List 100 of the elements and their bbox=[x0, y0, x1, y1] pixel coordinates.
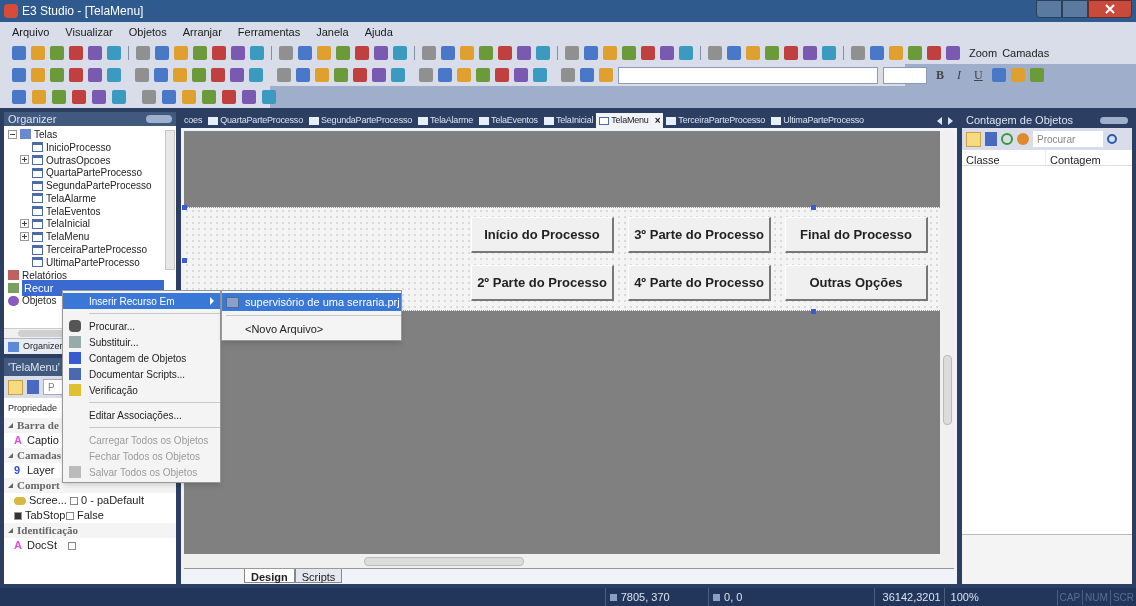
tool-icon[interactable] bbox=[457, 68, 471, 82]
tree-item[interactable]: TelaInicial bbox=[46, 216, 90, 232]
selection-handle[interactable] bbox=[811, 205, 816, 210]
format-button[interactable]: U bbox=[970, 66, 987, 84]
tool-icon[interactable] bbox=[182, 90, 196, 104]
collapse-icon[interactable] bbox=[8, 453, 13, 458]
tool-icon[interactable] bbox=[803, 46, 817, 60]
format-button[interactable]: B bbox=[932, 66, 948, 84]
tool-icon[interactable] bbox=[162, 90, 176, 104]
tool-icon[interactable] bbox=[353, 68, 367, 82]
layers-dropdown[interactable]: Camadas bbox=[1002, 44, 1050, 62]
property-value[interactable]: 0 - paDefault bbox=[81, 492, 144, 509]
tool-icon[interactable] bbox=[622, 46, 636, 60]
maximize-button[interactable] bbox=[1062, 0, 1088, 18]
tool-icon[interactable] bbox=[12, 90, 26, 104]
tree-item[interactable]: TelaMenu bbox=[46, 229, 90, 245]
menu-item[interactable]: Documentar Scripts... bbox=[63, 366, 220, 382]
menu-item[interactable]: supervisório de uma serraria.prj bbox=[222, 293, 401, 311]
tool-icon[interactable] bbox=[889, 46, 903, 60]
expander-icon[interactable] bbox=[20, 219, 29, 229]
tool-icon[interactable] bbox=[211, 68, 225, 82]
tool-icon[interactable] bbox=[419, 68, 433, 82]
document-tab[interactable]: TelaAlarme bbox=[415, 113, 477, 128]
tool-icon[interactable] bbox=[250, 46, 264, 60]
selection-handle[interactable] bbox=[182, 205, 187, 210]
close-button[interactable] bbox=[1088, 0, 1132, 18]
menu-item[interactable]: Ajuda bbox=[364, 23, 393, 41]
tool-icon[interactable] bbox=[765, 46, 779, 60]
tree-item[interactable]: TelaEventos bbox=[46, 203, 101, 219]
tool-icon[interactable] bbox=[708, 46, 722, 60]
menu-item[interactable]: Janela bbox=[316, 23, 349, 41]
expander-icon[interactable] bbox=[20, 155, 29, 165]
tool-icon[interactable] bbox=[422, 46, 436, 60]
panel-tab[interactable]: Organizer bbox=[23, 339, 63, 354]
tool-icon[interactable] bbox=[212, 46, 226, 60]
tool-icon[interactable] bbox=[336, 46, 350, 60]
tool-icon[interactable] bbox=[242, 90, 256, 104]
tool-icon[interactable] bbox=[231, 46, 245, 60]
tree-item[interactable]: OutrasOpcoes bbox=[46, 152, 111, 168]
tool-icon[interactable] bbox=[315, 68, 329, 82]
menu-item[interactable]: Substituir... bbox=[63, 334, 220, 350]
tool-icon[interactable] bbox=[536, 46, 550, 60]
tool-icon[interactable] bbox=[32, 90, 46, 104]
column-header[interactable]: Contagem bbox=[1046, 150, 1132, 165]
tool-icon[interactable] bbox=[927, 46, 941, 60]
tool-icon[interactable] bbox=[173, 68, 187, 82]
tool-icon[interactable] bbox=[641, 46, 655, 60]
tool-icon[interactable] bbox=[679, 46, 693, 60]
tool-icon[interactable] bbox=[12, 68, 26, 82]
property-value[interactable]: False bbox=[77, 507, 104, 524]
tool-icon[interactable] bbox=[193, 46, 207, 60]
tool-icon[interactable] bbox=[296, 68, 310, 82]
tool-icon[interactable] bbox=[192, 68, 206, 82]
tool-icon[interactable] bbox=[561, 68, 575, 82]
property-group[interactable]: Camadas bbox=[17, 447, 61, 464]
view-tab[interactable]: Design bbox=[244, 569, 295, 583]
document-tab[interactable]: TerceiraParteProcesso bbox=[663, 113, 769, 128]
expander-icon[interactable] bbox=[8, 129, 17, 139]
menu-item[interactable]: Contagem de Objetos bbox=[63, 350, 220, 366]
document-tab[interactable]: UltimaParteProcesso bbox=[768, 113, 867, 128]
tool-icon[interactable] bbox=[112, 90, 126, 104]
expander-icon[interactable] bbox=[20, 232, 29, 242]
tool-icon[interactable] bbox=[12, 46, 26, 60]
tool-icon[interactable] bbox=[476, 68, 490, 82]
tool-icon[interactable] bbox=[136, 46, 150, 60]
pane-controls-icon[interactable] bbox=[1100, 116, 1128, 124]
tool-icon[interactable] bbox=[565, 46, 579, 60]
tool-icon[interactable] bbox=[107, 68, 121, 82]
tool-icon[interactable] bbox=[72, 90, 86, 104]
tree-item[interactable]: InicioProcesso bbox=[46, 139, 112, 155]
menu-item[interactable]: Procurar... bbox=[63, 318, 220, 334]
scrollbar[interactable] bbox=[940, 131, 954, 554]
tool-icon[interactable] bbox=[135, 68, 149, 82]
document-tab[interactable]: QuartaParteProcesso bbox=[205, 113, 306, 128]
tool-icon[interactable] bbox=[514, 68, 528, 82]
size-field[interactable] bbox=[883, 66, 927, 84]
selection-handle[interactable] bbox=[182, 258, 187, 263]
tool-icon[interactable] bbox=[584, 46, 598, 60]
tool-icon[interactable] bbox=[372, 68, 386, 82]
tool-icon[interactable] bbox=[603, 46, 617, 60]
tool-icon[interactable] bbox=[1029, 68, 1044, 82]
tool-icon[interactable] bbox=[88, 68, 102, 82]
tool-icon[interactable] bbox=[533, 68, 547, 82]
scroll-thumb[interactable] bbox=[942, 355, 952, 425]
tool-icon[interactable] bbox=[50, 68, 64, 82]
tool-icon[interactable] bbox=[262, 90, 276, 104]
tool-icon[interactable] bbox=[727, 46, 741, 60]
screen-button[interactable]: Final do Processo bbox=[785, 217, 928, 253]
menu-item[interactable]: Arranjar bbox=[182, 23, 222, 41]
tool-icon[interactable] bbox=[92, 90, 106, 104]
tool-icon[interactable] bbox=[822, 46, 836, 60]
menu-item[interactable]: Visualizar bbox=[65, 23, 113, 41]
tool-icon[interactable] bbox=[222, 90, 236, 104]
format-button[interactable]: I bbox=[953, 66, 965, 84]
tool-icon[interactable] bbox=[249, 68, 263, 82]
tool-icon[interactable] bbox=[202, 90, 216, 104]
font-field[interactable] bbox=[618, 66, 878, 84]
tool-icon[interactable] bbox=[391, 68, 405, 82]
tree-item[interactable]: QuartaParteProcesso bbox=[46, 165, 143, 181]
collapse-icon[interactable] bbox=[8, 483, 13, 488]
